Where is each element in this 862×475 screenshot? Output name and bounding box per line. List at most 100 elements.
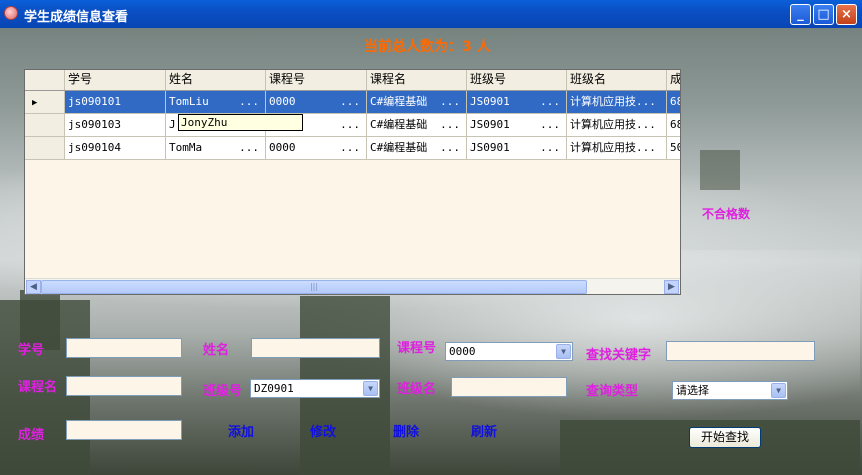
maximize-button[interactable]: □: [813, 4, 834, 25]
cell-text: JS0901: [470, 118, 510, 131]
query-type-select[interactable]: 请选择 ▼: [672, 381, 788, 400]
column-header-score[interactable]: 成: [667, 70, 680, 90]
window-title: 学生成绩信息查看: [24, 10, 129, 25]
cell-ellipsis: ...: [540, 118, 560, 131]
query-type-label: 查询类型: [586, 384, 639, 399]
search-keyword-label: 查找关键字: [586, 348, 652, 363]
cell-ellipsis: ...: [540, 95, 560, 108]
total-count-label: 当前总人数为：3 人: [364, 39, 491, 55]
column-header-course-id[interactable]: 课程号: [266, 70, 367, 90]
table-cell[interactable]: C#编程基础...: [367, 91, 467, 114]
column-header-student-id[interactable]: 学号: [65, 70, 166, 90]
cell-text: C#编程基础: [370, 118, 428, 131]
row-header[interactable]: [25, 114, 65, 137]
table-cell[interactable]: C#编程基础...: [367, 137, 467, 160]
current-row-marker-icon: ▶: [32, 98, 38, 108]
scroll-left-icon[interactable]: ◀: [26, 280, 41, 294]
table-cell[interactable]: JS0901...: [467, 114, 567, 137]
class-id-value: DZ0901: [254, 382, 294, 395]
refresh-button[interactable]: 刷新: [471, 421, 497, 440]
course-name-input[interactable]: [66, 376, 182, 396]
title-bar[interactable]: 学生成绩信息查看 _ □ ×: [0, 0, 862, 28]
delete-button[interactable]: 删除: [393, 421, 419, 440]
add-button[interactable]: 添加: [228, 421, 254, 440]
table-cell[interactable]: 50: [667, 137, 680, 160]
table-cell[interactable]: 计算机应用技...: [567, 114, 667, 137]
table-cell[interactable]: js090101: [65, 91, 166, 114]
class-id-select[interactable]: DZ0901 ▼: [250, 379, 380, 398]
cell-ellipsis: ...: [239, 141, 259, 154]
class-id-label: 班级号: [203, 384, 243, 399]
cell-ellipsis: ...: [440, 118, 460, 131]
name-input[interactable]: [251, 338, 380, 358]
course-name-label: 课程名: [18, 380, 58, 395]
cell-text: TomMa: [169, 141, 203, 154]
row-header[interactable]: [25, 137, 65, 160]
table-cell[interactable]: 0000...: [266, 137, 367, 160]
chevron-down-icon[interactable]: ▼: [556, 344, 571, 359]
column-header-class-name[interactable]: 班级名: [567, 70, 667, 90]
table-cell[interactable]: 68: [667, 91, 680, 114]
app-window: 学生成绩信息查看 _ □ × 当前总人数为：3 人 学号 姓名 课程号 课程名 …: [0, 0, 862, 475]
score-input[interactable]: [66, 420, 182, 440]
cell-ellipsis: ...: [440, 141, 460, 154]
query-type-value: 请选择: [676, 384, 709, 397]
table-cell[interactable]: 68: [667, 114, 680, 137]
cell-ellipsis: ...: [340, 95, 360, 108]
cell-text: TomLiu: [169, 95, 209, 108]
cell-tooltip: JonyZhu: [178, 114, 303, 131]
horizontal-scrollbar[interactable]: ◀ ||| ▶: [25, 278, 680, 294]
cell-text: C#编程基础: [370, 95, 428, 108]
close-button[interactable]: ×: [836, 4, 857, 25]
column-header-course-name[interactable]: 课程名: [367, 70, 467, 90]
row-header-selected[interactable]: ▶: [25, 91, 65, 114]
scroll-right-icon[interactable]: ▶: [664, 280, 679, 294]
cell-ellipsis: ...: [540, 141, 560, 154]
score-label: 成绩: [18, 428, 45, 443]
course-id-value: 0000: [449, 345, 476, 358]
search-keyword-input[interactable]: [666, 341, 815, 361]
cell-text: JS0901: [470, 141, 510, 154]
score-data-grid[interactable]: 学号 姓名 课程号 课程名 班级号 班级名 成 ▶ js090101 TomLi…: [24, 69, 681, 295]
course-id-select[interactable]: 0000 ▼: [445, 342, 573, 361]
grid-header: 学号 姓名 课程号 课程名 班级号 班级名 成: [25, 70, 680, 91]
fail-count-label: 不合格数: [702, 207, 751, 221]
table-cell[interactable]: 0000...: [266, 91, 367, 114]
cell-text: JS0901: [470, 95, 510, 108]
table-cell[interactable]: JS0901...: [467, 91, 567, 114]
name-label: 姓名: [203, 343, 230, 358]
table-cell[interactable]: 计算机应用技...: [567, 91, 667, 114]
table-cell[interactable]: 计算机应用技...: [567, 137, 667, 160]
cell-text: 0000: [269, 95, 296, 108]
class-name-input[interactable]: [451, 377, 567, 397]
scroll-thumb[interactable]: |||: [41, 280, 587, 294]
start-search-button[interactable]: 开始查找: [689, 427, 761, 448]
cell-text: 0000: [269, 141, 296, 154]
table-cell[interactable]: TomLiu...: [166, 91, 266, 114]
table-cell[interactable]: C#编程基础...: [367, 114, 467, 137]
table-cell[interactable]: js090104: [65, 137, 166, 160]
modify-button[interactable]: 修改: [310, 421, 336, 440]
student-id-label: 学号: [18, 343, 45, 358]
minimize-button[interactable]: _: [790, 4, 811, 25]
column-header-name[interactable]: 姓名: [166, 70, 266, 90]
cell-text: C#编程基础: [370, 141, 428, 154]
cell-ellipsis: ...: [239, 95, 259, 108]
student-id-input[interactable]: [66, 338, 182, 358]
background-mountain: [700, 150, 740, 190]
table-row[interactable]: js090104 TomMa... 0000... C#编程基础... JS09…: [25, 137, 680, 160]
table-row[interactable]: js090103 J ... C#编程基础... JS0901... 计算机应用…: [25, 114, 680, 137]
table-cell[interactable]: TomMa...: [166, 137, 266, 160]
table-cell[interactable]: js090103: [65, 114, 166, 137]
course-id-label: 课程号: [397, 341, 437, 356]
app-icon: [4, 6, 18, 20]
cell-ellipsis: ...: [340, 118, 360, 131]
chevron-down-icon[interactable]: ▼: [363, 381, 378, 396]
chevron-down-icon[interactable]: ▼: [771, 383, 786, 398]
table-row[interactable]: ▶ js090101 TomLiu... 0000... C#编程基础... J…: [25, 91, 680, 114]
grid-header-corner: [25, 70, 65, 90]
column-header-class-id[interactable]: 班级号: [467, 70, 567, 90]
cell-ellipsis: ...: [440, 95, 460, 108]
table-cell[interactable]: JS0901...: [467, 137, 567, 160]
cell-ellipsis: ...: [340, 141, 360, 154]
